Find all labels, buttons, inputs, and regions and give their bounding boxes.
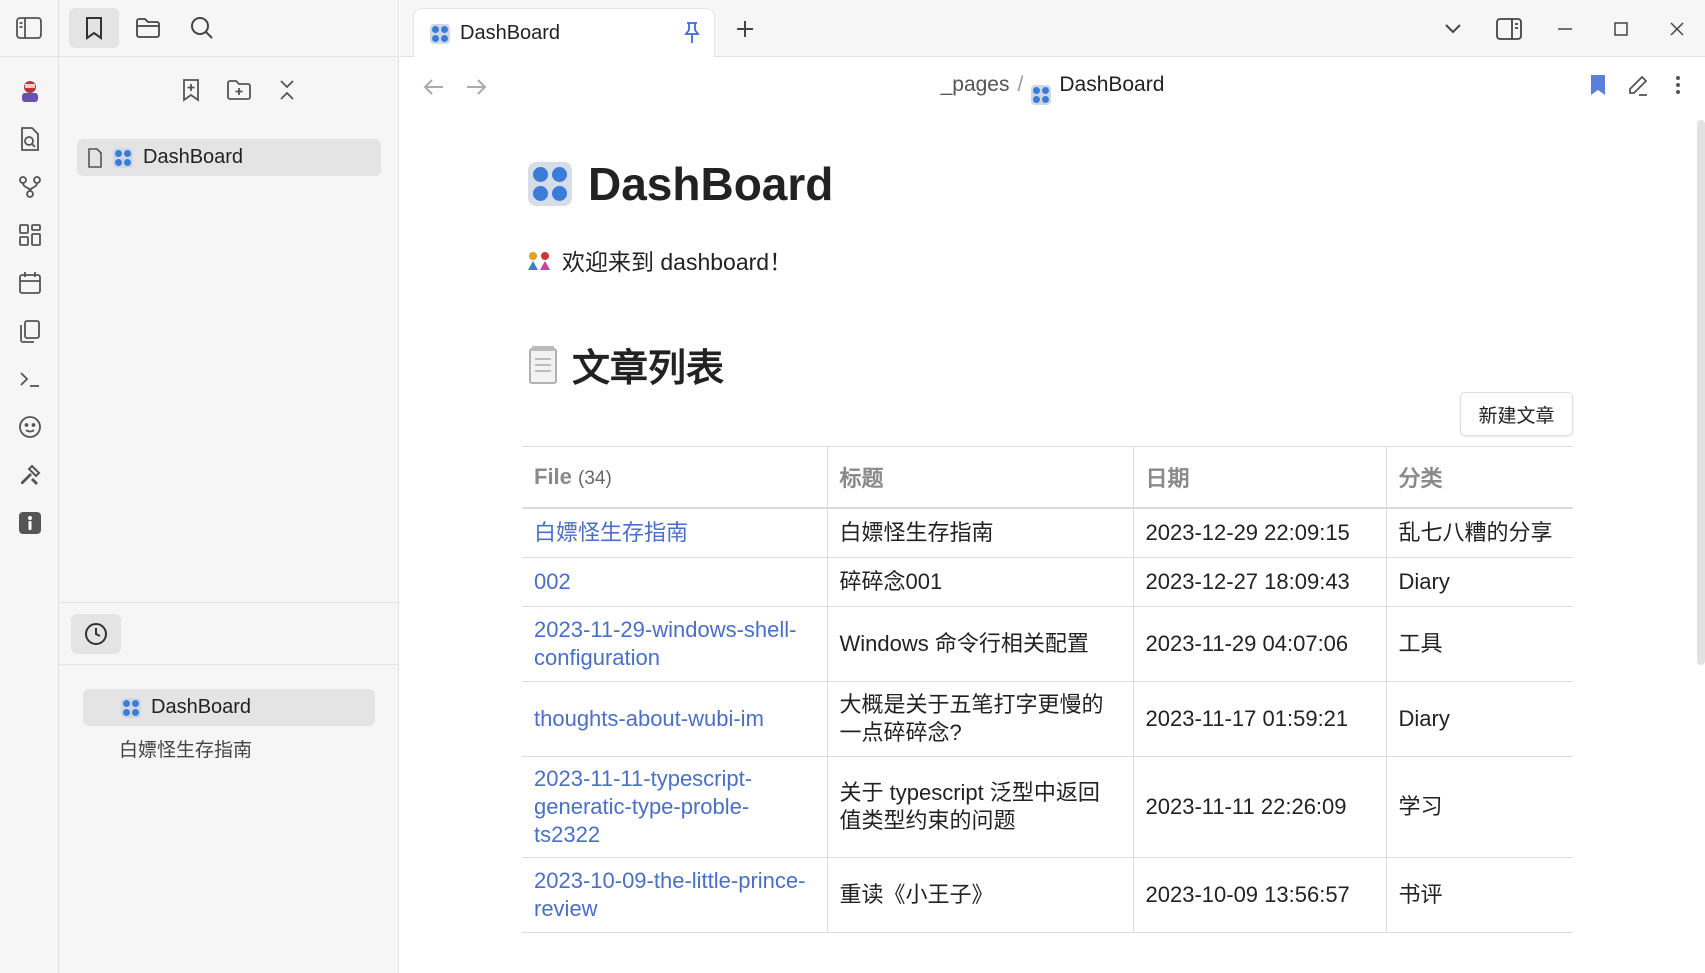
- tab-title: DashBoard: [460, 22, 561, 44]
- file-link[interactable]: 002: [522, 557, 827, 607]
- file-link[interactable]: 白嫖怪生存指南: [522, 508, 827, 558]
- collapse-all-icon[interactable]: [272, 75, 302, 105]
- ribbon: [0, 0, 59, 973]
- minimize-icon[interactable]: [1537, 0, 1593, 57]
- breadcrumb-folder[interactable]: _pages: [941, 73, 1010, 96]
- terminal-icon[interactable]: [0, 355, 59, 403]
- date-cell: 2023-10-09 13:56:57: [1132, 857, 1386, 933]
- smiley-icon[interactable]: [0, 403, 59, 451]
- header-category[interactable]: 分类: [1385, 446, 1573, 509]
- maximize-icon[interactable]: [1593, 0, 1649, 57]
- category-cell: 工具: [1385, 606, 1573, 682]
- page-title: DashBoard: [528, 157, 833, 211]
- title-cell: 碎碎念001: [826, 557, 1133, 607]
- category-cell: 学习: [1385, 756, 1573, 858]
- tab-dashboard[interactable]: DashBoard: [413, 8, 715, 58]
- section-heading: 文章列表: [528, 337, 724, 392]
- search-tab-icon[interactable]: [177, 8, 227, 48]
- dashboard-emoji-icon: [528, 162, 572, 206]
- tools-icon[interactable]: [0, 451, 59, 499]
- table-row: 2023-11-11-typescript-generatic-type-pro…: [522, 756, 1573, 858]
- notepad-icon: [529, 345, 557, 384]
- file-link[interactable]: 2023-11-11-typescript-generatic-type-pro…: [522, 756, 827, 858]
- left-sidebar: DashBoard DashBoard 白嫖怪生存指南: [59, 0, 399, 973]
- articles-table: File (34) 标题 日期 分类 白嫖怪生存指南 白嫖怪生存指南 2023-…: [522, 446, 1573, 933]
- party-people-icon: [528, 252, 550, 270]
- bookmark-icon[interactable]: [1583, 70, 1613, 100]
- file-count: (34): [578, 468, 612, 489]
- date-cell: 2023-11-17 01:59:21: [1132, 681, 1386, 757]
- welcome-line: 欢迎来到 dashboard！: [526, 243, 792, 277]
- header-file[interactable]: File (34): [522, 446, 827, 509]
- bookmark-item-dashboard[interactable]: DashBoard: [77, 139, 381, 176]
- dashboard-emoji-icon: [1031, 85, 1052, 105]
- table-row: 2023-11-29-windows-shell-configuration W…: [522, 606, 1573, 682]
- table-row: 002 碎碎念001 2023-12-27 18:09:43 Diary: [522, 557, 1573, 607]
- file-explorer-tab-icon[interactable]: [123, 8, 173, 48]
- dashboard-grid-icon[interactable]: [0, 211, 59, 259]
- table-row: 2023-10-09-the-little-prince-review 重读《小…: [522, 857, 1573, 933]
- close-icon[interactable]: [1649, 0, 1705, 57]
- recent-files-tab-icon[interactable]: [71, 613, 121, 654]
- new-article-button[interactable]: 新建文章: [1460, 392, 1573, 436]
- breadcrumb-current[interactable]: DashBoard: [1059, 73, 1164, 96]
- bookmarks-tab-icon[interactable]: [69, 8, 119, 48]
- dashboard-emoji-icon: [121, 697, 141, 718]
- tab-list-chevron-down-icon[interactable]: [1425, 0, 1481, 57]
- add-bookmark-icon[interactable]: [176, 75, 206, 105]
- new-tab-icon[interactable]: [728, 12, 762, 46]
- recent-item-baipiao[interactable]: 白嫖怪生存指南: [119, 735, 252, 762]
- recent-item-dashboard[interactable]: DashBoard: [83, 689, 375, 726]
- file-search-icon[interactable]: [0, 115, 59, 163]
- category-cell: 乱七八糟的分享: [1385, 508, 1573, 558]
- copy-icon[interactable]: [0, 307, 59, 355]
- header-date[interactable]: 日期: [1132, 446, 1386, 509]
- recent-item-label: DashBoard: [151, 696, 252, 718]
- file-link[interactable]: 2023-10-09-the-little-prince-review: [522, 857, 827, 933]
- date-cell: 2023-12-29 22:09:15: [1132, 508, 1386, 558]
- file-link[interactable]: 2023-11-29-windows-shell-configuration: [522, 606, 827, 682]
- table-row: thoughts-about-wubi-im 大概是关于五笔打字更慢的一点碎碎念…: [522, 681, 1573, 757]
- tab-bar: DashBoard: [400, 0, 1705, 58]
- date-cell: 2023-11-11 22:26:09: [1132, 756, 1386, 858]
- date-cell: 2023-11-29 04:07:06: [1132, 606, 1386, 682]
- new-folder-icon[interactable]: [224, 75, 254, 105]
- category-cell: Diary: [1385, 681, 1573, 757]
- view-header: _pages / DashBoard: [400, 57, 1705, 117]
- welcome-text: 欢迎来到 dashboard！: [562, 249, 793, 275]
- table-header-row: File (34) 标题 日期 分类: [522, 446, 1573, 509]
- edit-pencil-icon[interactable]: [1623, 70, 1653, 100]
- bookmark-item-label: DashBoard: [143, 146, 244, 168]
- avatar-icon[interactable]: [0, 67, 59, 115]
- toggle-right-sidebar-icon[interactable]: [1481, 0, 1537, 57]
- title-cell: 重读《小王子》: [826, 857, 1133, 933]
- table-row: 白嫖怪生存指南 白嫖怪生存指南 2023-12-29 22:09:15 乱七八糟…: [522, 508, 1573, 558]
- plugin-icon[interactable]: [0, 499, 59, 547]
- title-cell: Windows 命令行相关配置: [826, 606, 1133, 682]
- breadcrumb: _pages / DashBoard: [400, 73, 1705, 105]
- header-title[interactable]: 标题: [826, 446, 1133, 509]
- graph-icon[interactable]: [0, 163, 59, 211]
- title-cell: 关于 typescript 泛型中返回值类型约束的问题: [826, 756, 1133, 858]
- calendar-icon[interactable]: [0, 259, 59, 307]
- title-cell: 大概是关于五笔打字更慢的一点碎碎念?: [826, 681, 1133, 757]
- dashboard-emoji-icon: [430, 23, 450, 44]
- recent-files-panel: DashBoard 白嫖怪生存指南: [59, 602, 399, 973]
- dashboard-emoji-icon: [113, 147, 133, 168]
- pin-icon[interactable]: [682, 21, 702, 51]
- category-cell: 书评: [1385, 857, 1573, 933]
- category-cell: Diary: [1385, 557, 1573, 607]
- scrollbar[interactable]: [1697, 120, 1705, 665]
- toggle-left-sidebar-icon[interactable]: [0, 4, 58, 52]
- section-heading-text: 文章列表: [572, 348, 725, 390]
- header-file-label: File: [534, 464, 572, 489]
- title-cell: 白嫖怪生存指南: [826, 508, 1133, 558]
- page-title-text: DashBoard: [588, 158, 834, 210]
- date-cell: 2023-12-27 18:09:43: [1132, 557, 1386, 607]
- file-icon: [88, 147, 102, 168]
- file-link[interactable]: thoughts-about-wubi-im: [522, 681, 827, 757]
- more-options-icon[interactable]: [1663, 70, 1693, 100]
- breadcrumb-separator: /: [1017, 73, 1024, 96]
